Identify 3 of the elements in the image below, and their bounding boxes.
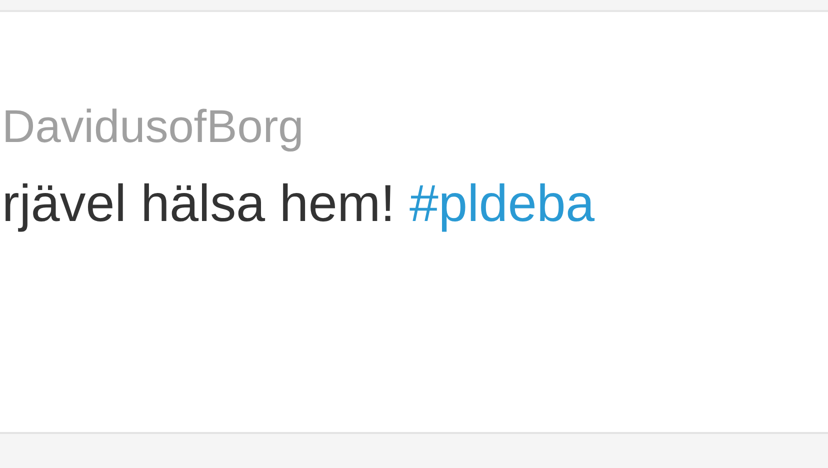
tweet-text: rjävel hälsa hem! #pldeba xyxy=(2,174,596,235)
username[interactable]: DavidusofBorg xyxy=(2,100,828,153)
hashtag-link[interactable]: #pldeba xyxy=(410,174,595,233)
